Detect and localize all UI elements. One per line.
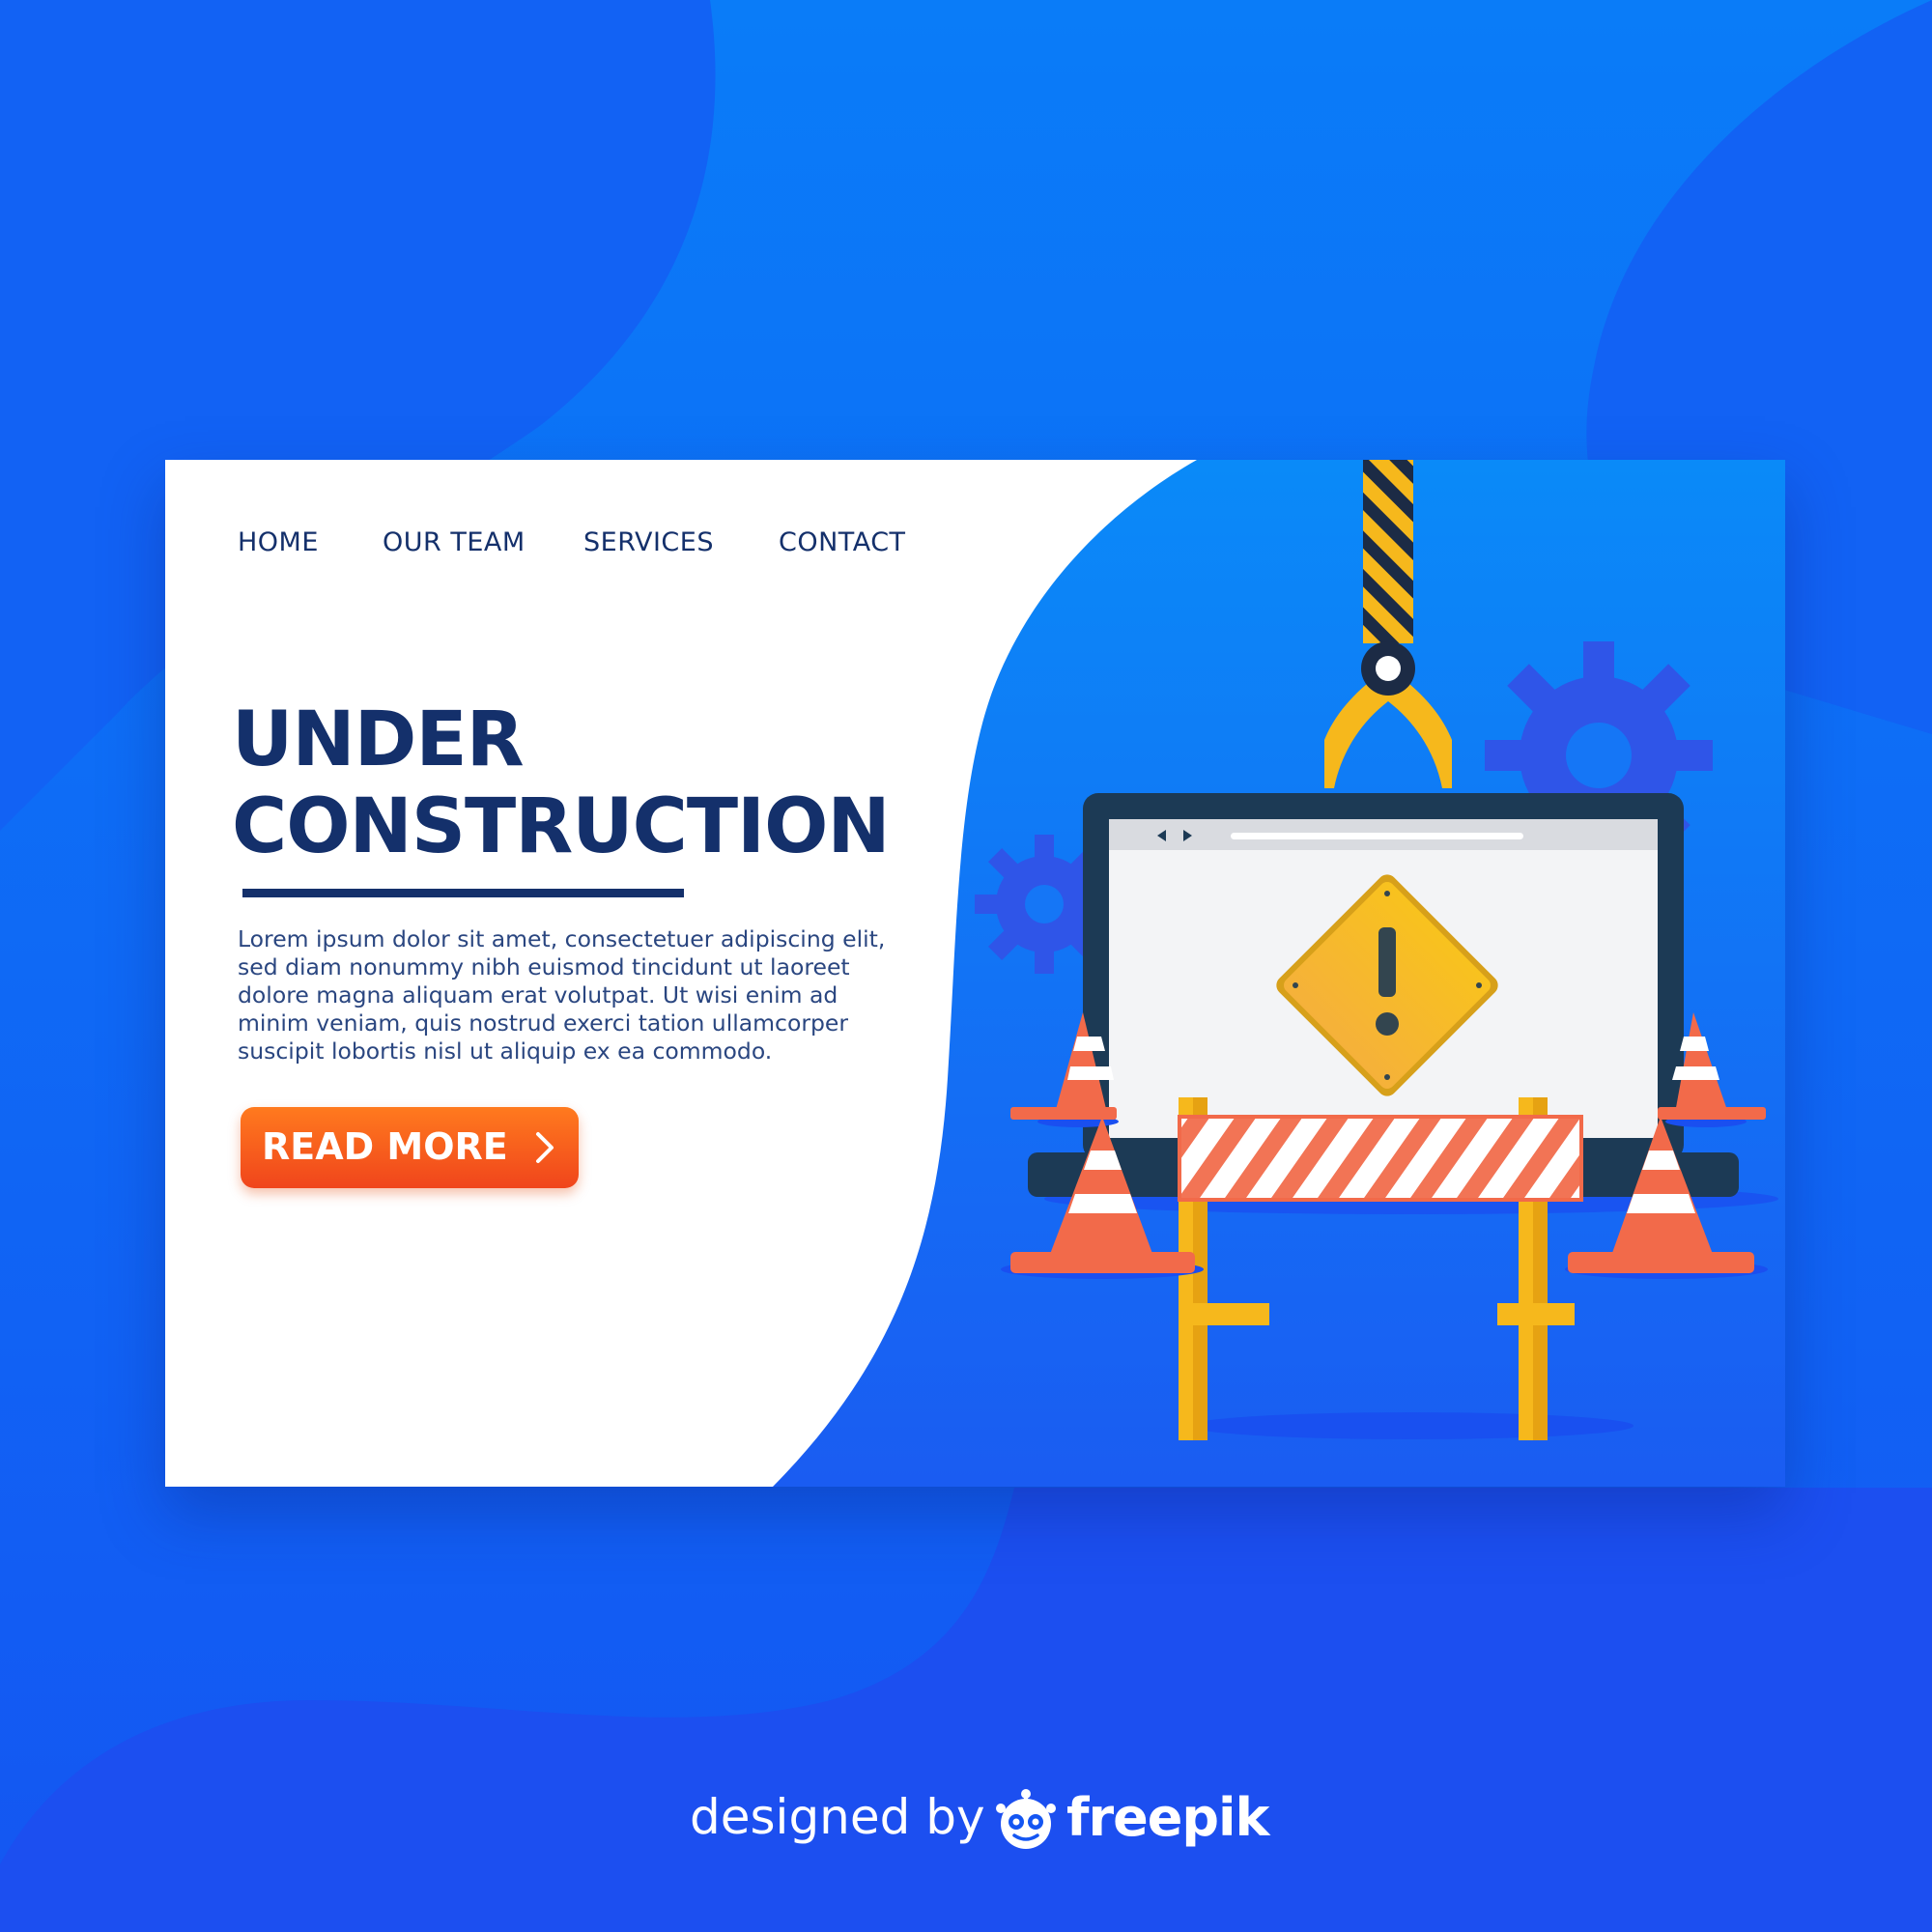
freepik-brand: freepik — [1066, 1787, 1269, 1848]
chevron-right-icon — [536, 1132, 554, 1163]
read-more-button[interactable]: READ MORE — [241, 1107, 579, 1188]
landing-card: HOME OUR TEAM SERVICES CONTACT UNDER CON… — [165, 460, 1785, 1487]
attribution: designed by freepik — [690, 1785, 1269, 1853]
read-more-label: READ MORE — [262, 1125, 508, 1168]
hero-description: Lorem ipsum dolor sit amet, consectetuer… — [238, 925, 886, 1065]
designed-by-text: designed by — [690, 1789, 985, 1845]
title-line-1: UNDER — [232, 696, 525, 783]
page-title: UNDER CONSTRUCTION — [232, 696, 891, 870]
nav-our-team[interactable]: OUR TEAM — [383, 527, 526, 557]
nav-home[interactable]: HOME — [238, 527, 319, 557]
title-underline — [242, 889, 684, 897]
freepik-logo-icon — [996, 1789, 1056, 1849]
nav-services[interactable]: SERVICES — [583, 527, 714, 557]
nav-contact[interactable]: CONTACT — [779, 527, 906, 557]
title-line-2: CONSTRUCTION — [232, 783, 891, 870]
